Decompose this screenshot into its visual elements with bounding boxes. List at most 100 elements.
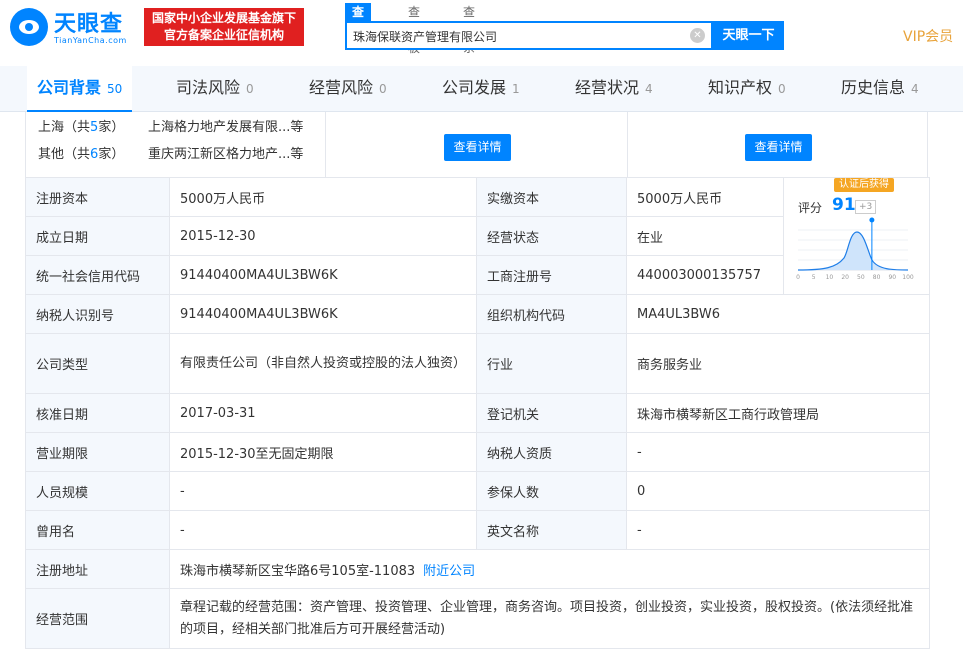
tab-intellectual-property[interactable]: 知识产权 0 xyxy=(708,66,786,112)
table-row: 注册资本 5000万人民币 实缴资本 5000万人民币 认证后获得 评分 91 … xyxy=(25,177,930,295)
value-insured-count: 0 xyxy=(626,471,930,511)
tab-company-development[interactable]: 公司发展 1 xyxy=(442,66,520,112)
tab-label: 公司背景 xyxy=(37,78,102,97)
tab-count: 4 xyxy=(911,82,919,96)
score-widget: 认证后获得 评分 91 +3 0 5 10 20 50 80 90 100 xyxy=(784,178,929,295)
value-taxpayer-id: 91440400MA4UL3BW6K xyxy=(169,294,477,334)
divider xyxy=(627,112,628,178)
score-axis-tick-label: 0 xyxy=(796,274,800,281)
tab-label: 知识产权 xyxy=(708,78,773,97)
label-company-type: 公司类型 xyxy=(25,333,170,394)
tab-count: 0 xyxy=(379,82,387,96)
score-axis-tick-label: 80 xyxy=(873,274,881,281)
branch-count-prefix: （共 xyxy=(64,120,91,135)
label-approval-date: 核准日期 xyxy=(25,393,170,433)
value-business-scope: 章程记载的经营范围：资产管理、投资管理、企业管理，商务咨询。项目投资，创业投资，… xyxy=(169,588,930,649)
score-axis-tick-label: 90 xyxy=(888,274,896,281)
score-distribution-chart: 0 5 10 20 50 80 90 100 xyxy=(796,217,914,281)
distribution-area xyxy=(798,232,908,270)
value-org-code: MA4UL3BW6 xyxy=(626,294,930,334)
branch-summary: 上海（共5家） 上海格力地产发展有限...等 其他（共6家） 重庆两江新区格力地… xyxy=(25,112,928,178)
tab-count: 50 xyxy=(107,82,123,96)
label-registration-authority: 登记机关 xyxy=(476,393,627,433)
tab-legal-risk[interactable]: 司法风险 0 xyxy=(176,66,254,112)
value-registered-capital: 5000万人民币 xyxy=(169,177,477,217)
view-detail-button[interactable]: 查看详情 xyxy=(745,134,812,161)
tianyancha-logo[interactable]: 天眼查 TianYanCha.com xyxy=(10,6,136,50)
branch-region: 上海 xyxy=(38,120,65,135)
value-former-name: - xyxy=(169,510,477,550)
value-paid-capital: 5000万人民币 xyxy=(626,177,784,217)
value-english-name: - xyxy=(626,510,930,550)
label-industry: 行业 xyxy=(476,333,627,394)
branch-count-suffix: 家） xyxy=(98,147,125,162)
search-tab-boss[interactable]: 查老板 xyxy=(408,3,420,55)
score-axis-tick-label: 10 xyxy=(826,274,834,281)
branch-region: 其他 xyxy=(38,147,65,162)
label-established-date: 成立日期 xyxy=(25,216,170,256)
score-axis-tick-label: 5 xyxy=(812,274,816,281)
table-row: 曾用名 - 英文名称 - xyxy=(25,510,930,550)
score-panel[interactable]: 认证后获得 评分 91 +3 0 5 10 20 50 80 90 100 xyxy=(783,177,930,295)
label-former-name: 曾用名 xyxy=(25,510,170,550)
value-registered-address: 珠海市横琴新区宝华路6号105室-11083 附近公司 xyxy=(169,549,930,589)
score-axis: 0 5 10 20 50 80 90 100 xyxy=(796,274,914,281)
logo-text: 天眼查 xyxy=(54,12,124,37)
tab-operation-risk[interactable]: 经营风险 0 xyxy=(309,66,387,112)
value-registration-number: 440003000135757 xyxy=(626,255,784,295)
address-text: 珠海市横琴新区宝华路6号105室-11083 xyxy=(180,563,416,579)
label-business-scope: 经营范围 xyxy=(25,588,170,649)
search-tab-relation[interactable]: 查关系 xyxy=(463,3,475,55)
label-taxpayer-id: 纳税人识别号 xyxy=(25,294,170,334)
badge-line-2: 官方备案企业征信机构 xyxy=(163,28,284,42)
official-badge: 国家中小企业发展基金旗下 官方备案企业征信机构 xyxy=(144,8,304,46)
eye-logo-icon xyxy=(10,8,48,46)
tab-count: 0 xyxy=(246,82,254,96)
logo-domain: TianYanCha.com xyxy=(54,36,127,45)
tab-label: 经营状况 xyxy=(575,78,640,97)
search-tab-company[interactable]: 查公司 xyxy=(345,3,372,55)
label-business-term: 营业期限 xyxy=(25,432,170,472)
tab-history[interactable]: 历史信息 4 xyxy=(841,66,919,112)
tab-label: 历史信息 xyxy=(841,78,906,97)
label-credit-code: 统一社会信用代码 xyxy=(25,255,170,295)
tab-business-status[interactable]: 经营状况 4 xyxy=(575,66,653,112)
search-input[interactable] xyxy=(353,27,683,45)
label-english-name: 英文名称 xyxy=(476,510,627,550)
clear-icon[interactable]: ✕ xyxy=(690,28,705,43)
tab-company-background[interactable]: 公司背景 50 xyxy=(27,66,133,112)
value-staff-size: - xyxy=(169,471,477,511)
table-row: 经营范围 章程记载的经营范围：资产管理、投资管理、企业管理，商务咨询。项目投资，… xyxy=(25,588,930,649)
search-button[interactable]: 天眼一下 xyxy=(713,21,784,50)
value-registration-authority: 珠海市横琴新区工商行政管理局 xyxy=(626,393,930,433)
label-business-status: 经营状态 xyxy=(476,216,627,256)
value-approval-date: 2017-03-31 xyxy=(169,393,477,433)
top-header: 天眼查 TianYanCha.com 国家中小企业发展基金旗下 官方备案企业征信… xyxy=(0,0,963,66)
value-established-date: 2015-12-30 xyxy=(169,216,477,256)
label-registered-capital: 注册资本 xyxy=(25,177,170,217)
company-info-table: 注册资本 5000万人民币 实缴资本 5000万人民币 认证后获得 评分 91 … xyxy=(25,177,930,649)
nearby-companies-link[interactable]: 附近公司 xyxy=(423,564,475,579)
tab-count: 4 xyxy=(645,82,653,96)
branch-company-name[interactable]: 重庆两江新区格力地产...等 xyxy=(148,143,303,162)
table-row: 注册地址 珠海市横琴新区宝华路6号105室-11083 附近公司 xyxy=(25,549,930,589)
score-axis-tick-label: 50 xyxy=(857,274,865,281)
branch-company-name[interactable]: 上海格力地产发展有限...等 xyxy=(148,116,303,135)
label-registration-number: 工商注册号 xyxy=(476,255,627,295)
tab-label: 经营风险 xyxy=(309,78,374,97)
branch-region-row: 上海（共5家） xyxy=(38,116,124,135)
score-marker-dot xyxy=(869,217,875,223)
tab-count: 1 xyxy=(512,82,520,96)
vip-link[interactable]: VIP会员 xyxy=(903,26,953,46)
value-credit-code: 91440400MA4UL3BW6K xyxy=(169,255,477,295)
table-row: 营业期限 2015-12-30至无固定期限 纳税人资质 - xyxy=(25,432,930,472)
value-taxpayer-qualification: - xyxy=(626,432,930,472)
label-org-code: 组织机构代码 xyxy=(476,294,627,334)
view-detail-button[interactable]: 查看详情 xyxy=(444,134,511,161)
tab-count: 0 xyxy=(778,82,786,96)
branch-count-suffix: 家） xyxy=(98,120,125,135)
tab-label: 公司发展 xyxy=(442,78,507,97)
value-business-status: 在业 xyxy=(626,216,784,256)
score-axis-tick-label: 20 xyxy=(841,274,849,281)
table-row: 核准日期 2017-03-31 登记机关 珠海市横琴新区工商行政管理局 xyxy=(25,393,930,433)
